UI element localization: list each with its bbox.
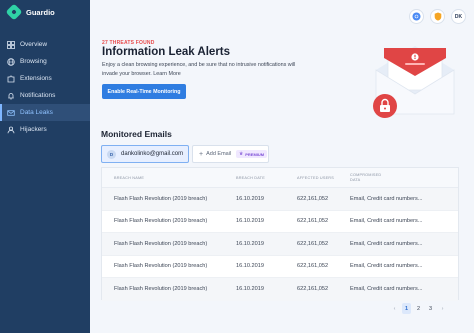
breach-date: 16.10.2019: [236, 218, 264, 225]
sidebar-item-label: Browsing: [20, 58, 47, 65]
compromised-data: Email, Credit card numbers...: [350, 195, 423, 202]
sidebar-item-label: Data Leaks: [20, 109, 53, 116]
email-avatar: D: [107, 149, 116, 159]
sidebar-item-label: Hijackers: [20, 126, 47, 133]
table-row[interactable]: Flash Flash Revolution (2019 breach) 16.…: [102, 211, 458, 233]
breach-name: Flash Flash Revolution (2019 breach): [114, 286, 208, 293]
shield-status-icon[interactable]: [430, 9, 445, 24]
chrome-icon[interactable]: [409, 9, 424, 24]
breach-name: Flash Flash Revolution (2019 breach): [114, 263, 208, 270]
app-name: Guardio: [26, 7, 55, 17]
page-button-2[interactable]: 2: [414, 303, 423, 314]
mail-icon: [7, 109, 15, 117]
breach-table: BREACH NAME BREACH DATE AFFECTED USERS C…: [101, 167, 459, 301]
sidebar-item-extensions[interactable]: Extensions: [0, 70, 90, 87]
plus-icon: +: [199, 150, 204, 158]
app-logo[interactable]: Guardio: [5, 3, 55, 21]
compromised-data: Email, Credit card numbers...: [350, 218, 423, 225]
user-avatar[interactable]: DK: [451, 9, 466, 24]
affected-users: 622,161,052: [297, 195, 329, 202]
affected-users: 622,161,052: [297, 286, 329, 293]
sidebar-item-notifications[interactable]: Notifications: [0, 87, 90, 104]
page-title: Information Leak Alerts: [102, 46, 231, 58]
page-description: Enjoy a clean browsing experience, and b…: [102, 62, 296, 77]
email-address: dankolinko@gmail.com: [121, 151, 184, 157]
sidebar-item-hijackers[interactable]: Hijackers: [0, 121, 90, 138]
puzzle-icon: [7, 75, 15, 83]
compromised-data: Email, Credit card numbers...: [350, 263, 423, 270]
main-content: DK 27 THREATS FOUND Information Leak Ale…: [90, 0, 474, 333]
column-header: AFFECTED USERS: [297, 175, 334, 180]
breach-name: Flash Flash Revolution (2019 breach): [114, 195, 208, 202]
column-header: BREACH DATE: [236, 175, 265, 180]
premium-badge: ♛ PREMIUM: [236, 150, 268, 158]
add-email-button[interactable]: + Add Email ♛ PREMIUM: [192, 145, 269, 163]
table-row[interactable]: Flash Flash Revolution (2019 breach) 16.…: [102, 188, 458, 211]
globe-icon: [7, 57, 15, 66]
column-header: BREACH NAME: [114, 175, 145, 180]
prev-page-button[interactable]: ‹: [390, 303, 399, 314]
sidebar-nav: Overview Browsing Extensions Notificatio…: [0, 36, 90, 138]
crown-icon: ♛: [239, 151, 244, 156]
sidebar-item-browsing[interactable]: Browsing: [0, 53, 90, 70]
monitored-email-chip[interactable]: D dankolinko@gmail.com: [101, 145, 189, 163]
next-page-button[interactable]: ›: [438, 303, 447, 314]
table-row[interactable]: Flash Flash Revolution (2019 breach) 16.…: [102, 256, 458, 278]
affected-users: 622,161,052: [297, 263, 329, 270]
enable-monitoring-button[interactable]: Enable Real-Time Monitoring: [102, 84, 186, 99]
leak-alert-illustration: [370, 38, 460, 118]
page-button-3[interactable]: 3: [426, 303, 435, 314]
compromised-data: Email, Credit card numbers...: [350, 240, 423, 247]
affected-users: 622,161,052: [297, 240, 329, 247]
sidebar-item-label: Extensions: [20, 75, 52, 82]
breach-name: Flash Flash Revolution (2019 breach): [114, 240, 208, 247]
table-row[interactable]: Flash Flash Revolution (2019 breach) 16.…: [102, 278, 458, 301]
page-button-1[interactable]: 1: [402, 303, 411, 314]
breach-name: Flash Flash Revolution (2019 breach): [114, 218, 208, 225]
table-body: Flash Flash Revolution (2019 breach) 16.…: [102, 188, 458, 301]
sidebar-item-data-leaks[interactable]: Data Leaks: [0, 104, 90, 121]
breach-date: 16.10.2019: [236, 286, 264, 293]
sidebar-item-overview[interactable]: Overview: [0, 36, 90, 53]
user-icon: [7, 126, 15, 134]
grid-icon: [7, 40, 15, 49]
add-email-label: Add Email: [206, 151, 232, 157]
breach-date: 16.10.2019: [236, 195, 264, 202]
top-bar: DK: [409, 9, 466, 24]
affected-users: 622,161,052: [297, 218, 329, 225]
pagination: ‹ 1 2 3 ›: [390, 303, 447, 314]
breach-date: 16.10.2019: [236, 240, 264, 247]
column-header: COMPROMISED DATA: [350, 172, 382, 182]
sidebar-item-label: Notifications: [20, 92, 56, 99]
table-header: BREACH NAME BREACH DATE AFFECTED USERS C…: [102, 168, 458, 188]
compromised-data: Email, Credit card numbers...: [350, 286, 423, 293]
breach-date: 16.10.2019: [236, 263, 264, 270]
table-row[interactable]: Flash Flash Revolution (2019 breach) 16.…: [102, 233, 458, 256]
sidebar: Guardio Overview Browsing Extensions Not…: [0, 0, 90, 333]
shield-logo-icon: [5, 3, 23, 21]
bell-icon: [7, 92, 15, 100]
monitored-emails-title: Monitored Emails: [101, 129, 172, 139]
sidebar-item-label: Overview: [20, 41, 48, 48]
